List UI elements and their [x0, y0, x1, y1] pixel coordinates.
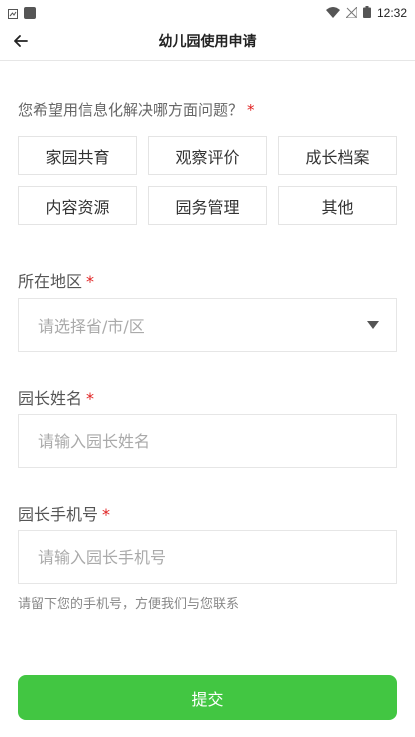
required-mark: * — [102, 505, 111, 524]
principal-phone-label: 园长手机号 * — [18, 501, 110, 525]
required-mark: * — [86, 389, 95, 408]
principal-phone-label-text: 园长手机号 — [18, 505, 99, 524]
question-label: 您希望用信息化解决哪方面问题？ * — [18, 99, 255, 120]
region-placeholder: 请选择省/市/区 — [38, 317, 145, 336]
nav-divider — [0, 60, 415, 61]
option-home-school[interactable]: 家园共育 — [18, 136, 137, 175]
option-tags: 家园共育 观察评价 成长档案 内容资源 园务管理 其他 — [18, 136, 398, 225]
option-growth-archive[interactable]: 成长档案 — [278, 136, 397, 175]
status-bar: 12:32 — [0, 0, 415, 20]
principal-name-field-box — [18, 414, 397, 468]
principal-phone-field-box — [18, 530, 397, 584]
status-time: 12:32 — [376, 5, 407, 20]
principal-name-label-text: 园长姓名 — [18, 389, 83, 408]
required-mark: * — [247, 101, 255, 119]
option-admin-management[interactable]: 园务管理 — [148, 186, 267, 225]
principal-phone-input[interactable] — [19, 531, 396, 583]
principal-name-label: 园长姓名 * — [18, 385, 94, 409]
dropdown-arrow-icon — [367, 321, 379, 329]
region-label-text: 所在地区 — [18, 272, 83, 291]
principal-name-input[interactable] — [19, 415, 396, 467]
question-text: 您希望用信息化解决哪方面问题？ — [18, 101, 244, 119]
nav-bar: 幼儿园使用申请 — [0, 20, 415, 60]
option-observation[interactable]: 观察评价 — [148, 136, 267, 175]
phone-hint: 请留下您的手机号，方便我们与您联系 — [18, 597, 240, 612]
page-title: 幼儿园使用申请 — [158, 34, 257, 50]
region-label: 所在地区 * — [18, 268, 94, 292]
option-content-resources[interactable]: 内容资源 — [18, 186, 137, 225]
region-select[interactable]: 请选择省/市/区 — [18, 298, 397, 352]
submit-button[interactable]: 提交 — [18, 675, 397, 720]
option-other[interactable]: 其他 — [278, 186, 397, 225]
required-mark: * — [86, 272, 95, 291]
